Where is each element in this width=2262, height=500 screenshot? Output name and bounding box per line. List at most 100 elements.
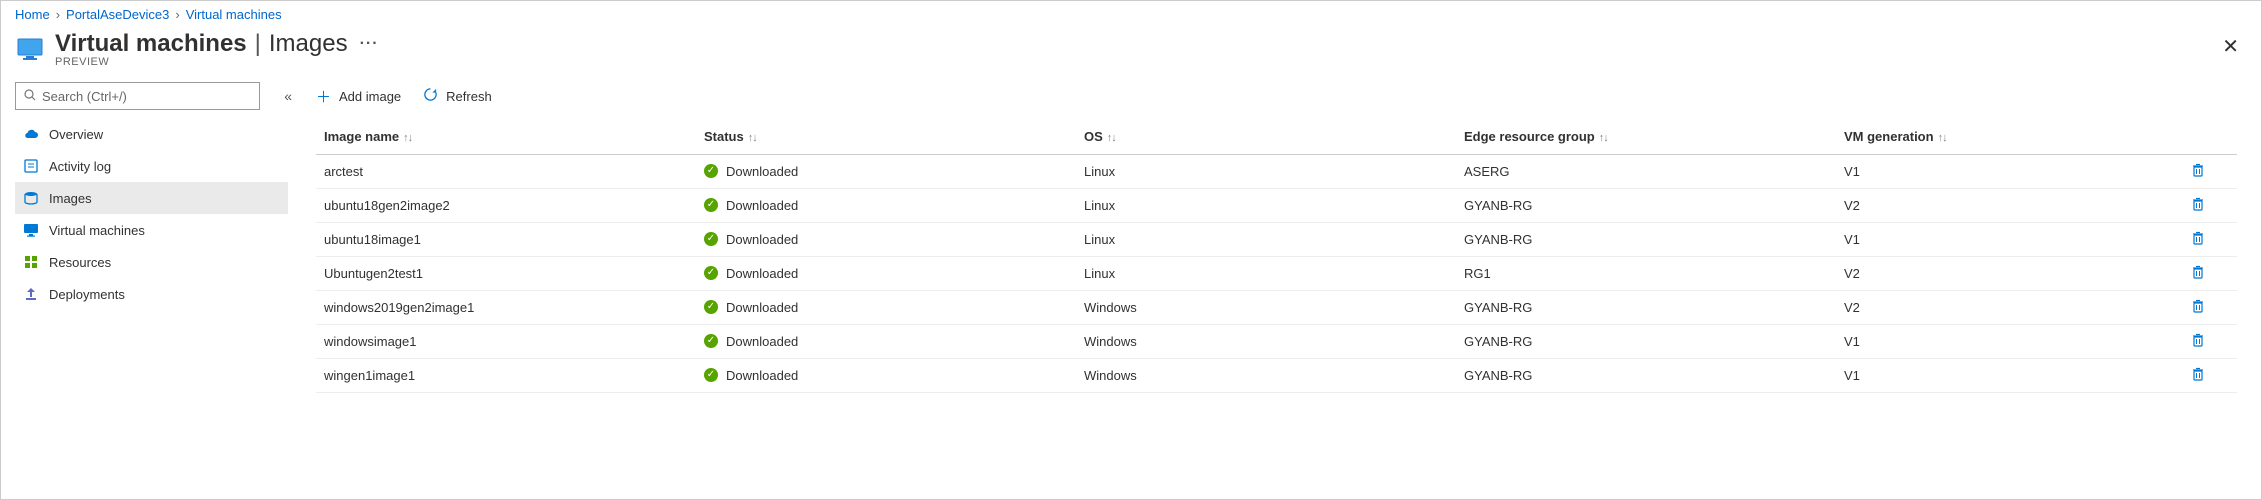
cell-image-name: windowsimage1 — [316, 324, 696, 358]
command-bar: ＋ Add image Refresh — [316, 82, 2237, 110]
cell-os: Linux — [1076, 188, 1456, 222]
cell-image-name: windows2019gen2image1 — [316, 290, 696, 324]
cell-vm-generation: V1 — [1836, 324, 2183, 358]
grid-icon — [23, 254, 39, 270]
add-image-button[interactable]: ＋ Add image — [316, 86, 401, 107]
table-row[interactable]: ubuntu18image1DownloadedLinuxGYANB-RGV1 — [316, 222, 2237, 256]
cell-vm-generation: V1 — [1836, 154, 2183, 188]
table-row[interactable]: wingen1image1DownloadedWindowsGYANB-RGV1 — [316, 358, 2237, 392]
cell-vm-generation: V2 — [1836, 290, 2183, 324]
cell-vm-generation: V2 — [1836, 188, 2183, 222]
delete-button[interactable] — [2191, 231, 2205, 245]
plus-icon: ＋ — [316, 86, 331, 107]
sidebar-item-label: Virtual machines — [49, 223, 145, 238]
cell-resource-group: RG1 — [1456, 256, 1836, 290]
cell-resource-group: ASERG — [1456, 154, 1836, 188]
table-row[interactable]: windows2019gen2image1DownloadedWindowsGY… — [316, 290, 2237, 324]
more-actions-button[interactable]: ··· — [360, 35, 379, 53]
cell-status: Downloaded — [696, 290, 1076, 324]
breadcrumb-device[interactable]: PortalAseDevice3 — [66, 7, 169, 22]
cell-image-name: ubuntu18image1 — [316, 222, 696, 256]
upload-icon — [23, 286, 39, 302]
search-placeholder: Search (Ctrl+/) — [42, 89, 127, 104]
table-header-row: Image name↑↓ Status↑↓ OS↑↓ Edge resource… — [316, 120, 2237, 154]
sidebar-item-overview[interactable]: Overview — [15, 118, 288, 150]
sidebar-item-images[interactable]: Images — [15, 182, 288, 214]
sort-icon: ↑↓ — [748, 132, 757, 144]
sort-icon: ↑↓ — [1107, 132, 1116, 144]
sort-icon: ↑↓ — [1938, 132, 1947, 144]
success-icon — [704, 198, 718, 212]
col-header-os[interactable]: OS↑↓ — [1076, 120, 1456, 154]
table-row[interactable]: Ubuntugen2test1DownloadedLinuxRG1V2 — [316, 256, 2237, 290]
delete-button[interactable] — [2191, 197, 2205, 211]
collapse-sidebar-button[interactable]: « — [284, 88, 288, 104]
refresh-button[interactable]: Refresh — [423, 87, 492, 105]
cell-image-name: arctest — [316, 154, 696, 188]
cell-vm-generation: V1 — [1836, 222, 2183, 256]
cell-os: Windows — [1076, 358, 1456, 392]
cell-os: Linux — [1076, 256, 1456, 290]
disk-icon — [23, 190, 39, 206]
sidebar-item-vms[interactable]: Virtual machines — [15, 214, 288, 246]
cell-status: Downloaded — [696, 222, 1076, 256]
main-content: ＋ Add image Refresh Image name↑↓ Status↑… — [296, 72, 2261, 499]
title-main: Virtual machines — [55, 30, 247, 58]
search-icon — [24, 89, 36, 104]
sidebar-item-label: Resources — [49, 255, 111, 270]
sidebar-item-label: Overview — [49, 127, 103, 142]
delete-button[interactable] — [2191, 299, 2205, 313]
table-row[interactable]: windowsimage1DownloadedWindowsGYANB-RGV1 — [316, 324, 2237, 358]
cell-status: Downloaded — [696, 154, 1076, 188]
cell-status: Downloaded — [696, 256, 1076, 290]
add-image-label: Add image — [339, 89, 401, 104]
cell-vm-generation: V2 — [1836, 256, 2183, 290]
breadcrumb-vm[interactable]: Virtual machines — [186, 7, 282, 22]
refresh-label: Refresh — [446, 89, 492, 104]
cell-os: Linux — [1076, 222, 1456, 256]
table-row[interactable]: arctestDownloadedLinuxASERGV1 — [316, 154, 2237, 188]
cell-resource-group: GYANB-RG — [1456, 290, 1836, 324]
breadcrumb-home[interactable]: Home — [15, 7, 50, 22]
delete-button[interactable] — [2191, 163, 2205, 177]
page-title: Virtual machines | Images ··· — [55, 30, 379, 58]
col-header-name[interactable]: Image name↑↓ — [316, 120, 696, 154]
success-icon — [704, 368, 718, 382]
sidebar-item-activity[interactable]: Activity log — [15, 150, 288, 182]
cell-os: Windows — [1076, 324, 1456, 358]
sidebar-item-resources[interactable]: Resources — [15, 246, 288, 278]
cell-image-name: Ubuntugen2test1 — [316, 256, 696, 290]
cell-status: Downloaded — [696, 188, 1076, 222]
sidebar-search-input[interactable]: Search (Ctrl+/) — [15, 82, 260, 110]
cell-resource-group: GYANB-RG — [1456, 222, 1836, 256]
cell-vm-generation: V1 — [1836, 358, 2183, 392]
success-icon — [704, 164, 718, 178]
cell-image-name: ubuntu18gen2image2 — [316, 188, 696, 222]
refresh-icon — [423, 87, 438, 105]
success-icon — [704, 266, 718, 280]
sidebar-item-label: Images — [49, 191, 92, 206]
cell-resource-group: GYANB-RG — [1456, 324, 1836, 358]
monitor-icon — [23, 222, 39, 238]
cell-status: Downloaded — [696, 324, 1076, 358]
images-table: Image name↑↓ Status↑↓ OS↑↓ Edge resource… — [316, 120, 2237, 393]
col-header-status[interactable]: Status↑↓ — [696, 120, 1076, 154]
success-icon — [704, 300, 718, 314]
sidebar-item-deploy[interactable]: Deployments — [15, 278, 288, 310]
col-header-rg[interactable]: Edge resource group↑↓ — [1456, 120, 1836, 154]
sort-icon: ↑↓ — [403, 132, 412, 144]
sidebar-item-label: Deployments — [49, 287, 125, 302]
sidebar: Search (Ctrl+/) « Overview Activity log Im… — [1, 72, 296, 499]
success-icon — [704, 334, 718, 348]
delete-button[interactable] — [2191, 367, 2205, 381]
blade-header: Virtual machines | Images ··· PREVIEW — [1, 24, 2261, 72]
sidebar-item-label: Activity log — [49, 159, 111, 174]
close-blade-button[interactable]: ✕ — [2222, 37, 2239, 57]
cell-status: Downloaded — [696, 358, 1076, 392]
cell-image-name: wingen1image1 — [316, 358, 696, 392]
delete-button[interactable] — [2191, 333, 2205, 347]
breadcrumbs: Home › PortalAseDevice3 › Virtual machin… — [1, 1, 2261, 24]
col-header-gen[interactable]: VM generation↑↓ — [1836, 120, 2183, 154]
table-row[interactable]: ubuntu18gen2image2DownloadedLinuxGYANB-R… — [316, 188, 2237, 222]
delete-button[interactable] — [2191, 265, 2205, 279]
